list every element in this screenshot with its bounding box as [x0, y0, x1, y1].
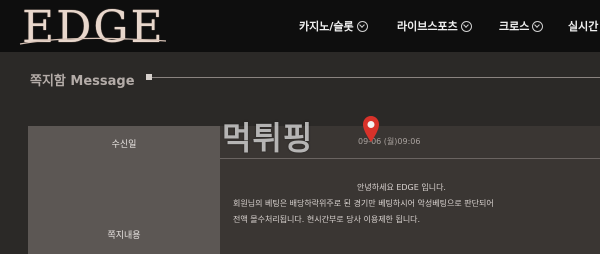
- message-line: 전액 몰수처리됩니다. 현시간부로 당사 이용제한 됩니다.: [233, 215, 421, 224]
- nav-item-label: 카지노/슬롯: [299, 20, 354, 33]
- received-date-label: 수신일: [111, 140, 137, 150]
- message-content-label: 쪽지내용: [107, 231, 141, 241]
- page-title: 쪽지함 Message: [30, 74, 135, 89]
- nav-item-label: 크로스: [499, 20, 530, 33]
- nav-item-live-sports[interactable]: 라이브스포츠: [397, 18, 472, 34]
- nav-item-casino-slot[interactable]: 카지노/슬롯: [299, 18, 368, 34]
- nav-item-live[interactable]: 실시간: [568, 18, 598, 34]
- watermark-text: 먹튀핑: [222, 119, 314, 157]
- logo-swash-decoration: [19, 37, 167, 45]
- chevron-down-icon: [460, 20, 472, 32]
- message-line: 안녕하세요 EDGE 입니다.: [357, 183, 446, 192]
- nav-item-label: 라이브스포츠: [397, 20, 458, 33]
- page-title-row: 쪽지함 Message: [0, 52, 600, 106]
- chevron-down-icon: [356, 20, 368, 32]
- message-line: 회원님의 베팅은 배당하락위주로 된 경기만 베팅하시어 악성베팅으로 판단되어: [233, 199, 494, 208]
- watermark: 먹튀핑: [222, 111, 382, 159]
- chevron-down-icon: [532, 20, 544, 32]
- site-header: EDGE 카지노/슬롯 라이브스포츠 크로스 실시간: [0, 0, 600, 53]
- nav-item-label: 실시간: [568, 20, 599, 33]
- title-divider: [152, 77, 600, 78]
- label-column: 수신일 쪽지내용: [28, 126, 220, 254]
- map-pin-icon: [363, 116, 379, 142]
- nav-item-cross[interactable]: 크로스: [499, 18, 544, 34]
